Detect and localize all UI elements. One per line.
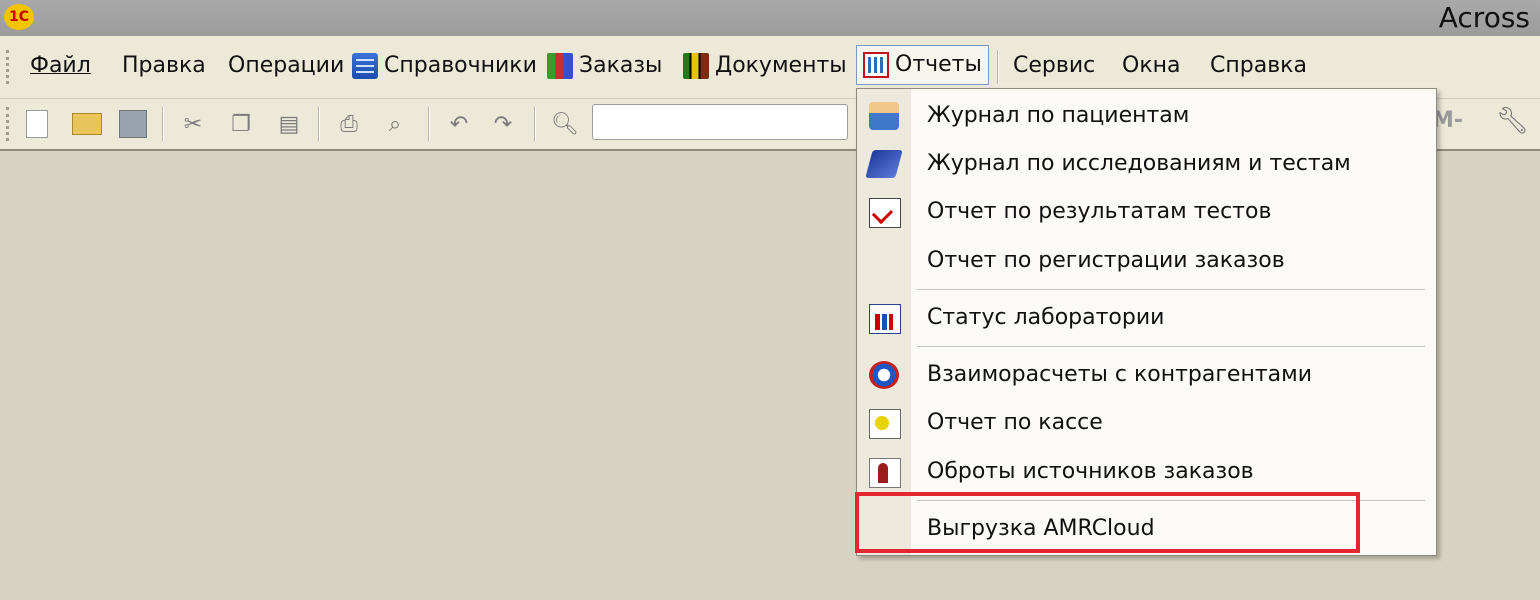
search-button[interactable]: 🔍︎: [550, 109, 580, 139]
scissors-icon: ✂: [183, 111, 203, 137]
toolbar-separator: [318, 107, 319, 141]
redo-button[interactable]: ↷: [488, 109, 518, 139]
menu-operations[interactable]: Операции: [228, 48, 344, 84]
undo-icon: ↶: [449, 111, 469, 137]
menu-documents-label: Документы: [715, 53, 847, 78]
menu-item-label: Журнал по пациентам: [927, 103, 1190, 128]
wrench-icon[interactable]: 🔧︎: [1496, 106, 1529, 138]
toolbar-separator: [428, 107, 429, 141]
mutual-settlements-icon: [869, 361, 899, 389]
menu-item-label: Оброты источников заказов: [927, 459, 1254, 484]
menu-orders[interactable]: Заказы: [547, 48, 662, 84]
toolbar-grip[interactable]: [6, 107, 12, 141]
menu-separator: [917, 346, 1425, 347]
reports-dropdown-menu: Журнал по пациентам Журнал по исследован…: [856, 88, 1437, 556]
menu-windows-label: Окна: [1122, 53, 1181, 78]
new-document-button[interactable]: [22, 109, 52, 139]
test-results-icon: [869, 198, 901, 228]
menu-separator: [917, 289, 1425, 290]
paste-icon: ▤: [278, 111, 300, 137]
app-logo-icon: 1C: [4, 4, 34, 30]
menu-item-mutual-settlements[interactable]: Взаиморасчеты с контрагентами: [857, 351, 1436, 399]
title-bar: 1C Across: [0, 0, 1540, 37]
cut-button[interactable]: ✂: [178, 109, 208, 139]
menu-service[interactable]: Сервис: [1013, 48, 1095, 84]
menu-edit[interactable]: Правка: [122, 48, 206, 84]
redo-icon: ↷: [493, 111, 513, 137]
open-folder-icon: [72, 113, 102, 135]
highlight-annotation: [855, 492, 1360, 553]
copy-icon: ❐: [231, 111, 251, 137]
menu-operations-label: Операции: [228, 53, 345, 78]
menu-documents[interactable]: Документы: [683, 48, 847, 84]
menu-edit-label: Правка: [122, 53, 206, 78]
save-button[interactable]: [118, 109, 148, 139]
menu-item-label: Статус лаборатории: [927, 305, 1165, 330]
research-icon: [865, 150, 903, 178]
menu-catalogs[interactable]: Справочники: [352, 48, 537, 84]
cash-icon: [869, 409, 901, 439]
window-title: Across: [1438, 1, 1530, 34]
patient-icon: [869, 102, 899, 130]
menu-orders-label: Заказы: [579, 53, 663, 78]
menu-item-order-registration-report[interactable]: Отчет по регистрации заказов: [857, 237, 1436, 285]
lab-status-icon: [869, 304, 901, 334]
menu-item-lab-status[interactable]: Статус лаборатории: [857, 294, 1436, 342]
menu-reports[interactable]: Отчеты: [856, 45, 989, 85]
print-button[interactable]: ⎙: [334, 109, 364, 139]
menu-file-label: Файл: [30, 53, 91, 78]
menu-catalogs-label: Справочники: [384, 53, 537, 78]
print-preview-icon: ⌕: [388, 111, 402, 137]
menu-help[interactable]: Справка: [1210, 48, 1307, 84]
menu-item-label: Отчет по кассе: [927, 410, 1103, 435]
menu-file[interactable]: Файл: [30, 48, 91, 84]
menu-item-label: Журнал по исследованиям и тестам: [927, 151, 1351, 176]
paste-button[interactable]: ▤: [274, 109, 304, 139]
menu-reports-label: Отчеты: [895, 52, 982, 77]
menu-item-label: Отчет по результатам тестов: [927, 199, 1272, 224]
menu-item-patient-journal[interactable]: Журнал по пациентам: [857, 92, 1436, 140]
order-sources-icon: [869, 458, 901, 488]
save-disk-icon: [119, 110, 147, 138]
menubar-grip[interactable]: [6, 50, 12, 84]
menu-separator: [997, 50, 998, 84]
menu-windows[interactable]: Окна: [1122, 48, 1180, 84]
printer-icon: ⎙: [340, 111, 358, 137]
print-preview-button[interactable]: ⌕: [380, 109, 410, 139]
menu-item-cash-report[interactable]: Отчет по кассе: [857, 399, 1436, 447]
copy-button[interactable]: ❐: [226, 109, 256, 139]
undo-button[interactable]: ↶: [444, 109, 474, 139]
menu-item-label: Взаиморасчеты с контрагентами: [927, 362, 1313, 387]
menu-item-label: Отчет по регистрации заказов: [927, 248, 1285, 273]
magnifier-icon: 🔍︎: [551, 111, 579, 137]
toolbar-separator: [162, 107, 163, 141]
documents-icon: [683, 53, 709, 79]
toolbar-separator: [534, 107, 535, 141]
menu-item-research-journal[interactable]: Журнал по исследованиям и тестам: [857, 140, 1436, 188]
menu-item-test-results-report[interactable]: Отчет по результатам тестов: [857, 188, 1436, 236]
reports-icon: [863, 52, 889, 78]
menu-service-label: Сервис: [1013, 53, 1096, 78]
menu-item-order-sources[interactable]: Оброты источников заказов: [857, 448, 1436, 496]
search-input[interactable]: [592, 104, 848, 140]
catalogs-icon: [352, 53, 378, 79]
open-button[interactable]: [72, 109, 102, 139]
orders-books-icon: [547, 53, 573, 79]
new-file-icon: [26, 110, 48, 138]
menu-help-label: Справка: [1210, 53, 1307, 78]
